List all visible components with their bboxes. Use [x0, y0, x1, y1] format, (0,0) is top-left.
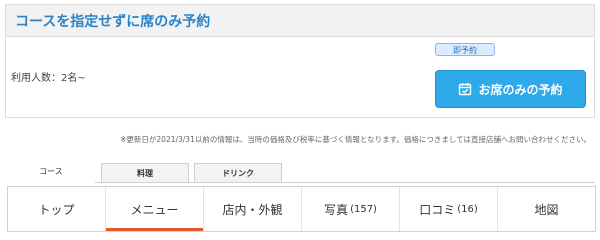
- nav-photos-count: (157): [350, 203, 377, 215]
- seat-only-reserve-button[interactable]: お席のみの予約: [435, 70, 586, 108]
- sub-tab-drink[interactable]: ドリンク: [194, 163, 282, 182]
- nav-top-label: トップ: [38, 202, 75, 217]
- reserve-button-label: お席のみの予約: [478, 82, 563, 97]
- calendar-check-icon: [458, 82, 472, 96]
- nav-reviews-count: (16): [457, 203, 478, 215]
- nav-interior-label: 店内・外観: [222, 202, 283, 217]
- card-title: コースを指定せずに席のみ予約: [15, 14, 211, 30]
- price-notice: ※更新日が2021/3/31以前の情報は、当時の価格及び税率に基づく情報となりま…: [120, 135, 591, 144]
- card-header: コースを指定せずに席のみ予約: [6, 5, 594, 37]
- sub-tab-food[interactable]: 料理: [101, 163, 189, 182]
- nav-map-label: 地図: [534, 202, 559, 217]
- nav-menu[interactable]: メニュー: [106, 187, 204, 231]
- restaurant-nav: トップ メニュー 店内・外観 写真 (157) 口コミ (16) 地図: [7, 186, 596, 232]
- nav-photos-label: 写真: [324, 202, 349, 217]
- nav-menu-label: メニュー: [130, 202, 179, 217]
- nav-reviews[interactable]: 口コミ (16): [400, 187, 498, 231]
- menu-sub-tabs: コース 料理 ドリンク: [7, 161, 595, 183]
- instant-booking-badge: 即予約: [435, 43, 495, 56]
- nav-top[interactable]: トップ: [8, 187, 106, 231]
- nav-reviews-label: 口コミ: [419, 202, 456, 217]
- nav-photos[interactable]: 写真 (157): [302, 187, 400, 231]
- nav-map[interactable]: 地図: [498, 187, 595, 231]
- party-size-text: 利用人数：2名~: [11, 73, 86, 84]
- nav-interior[interactable]: 店内・外観: [204, 187, 302, 231]
- sub-tab-course[interactable]: コース: [7, 161, 95, 183]
